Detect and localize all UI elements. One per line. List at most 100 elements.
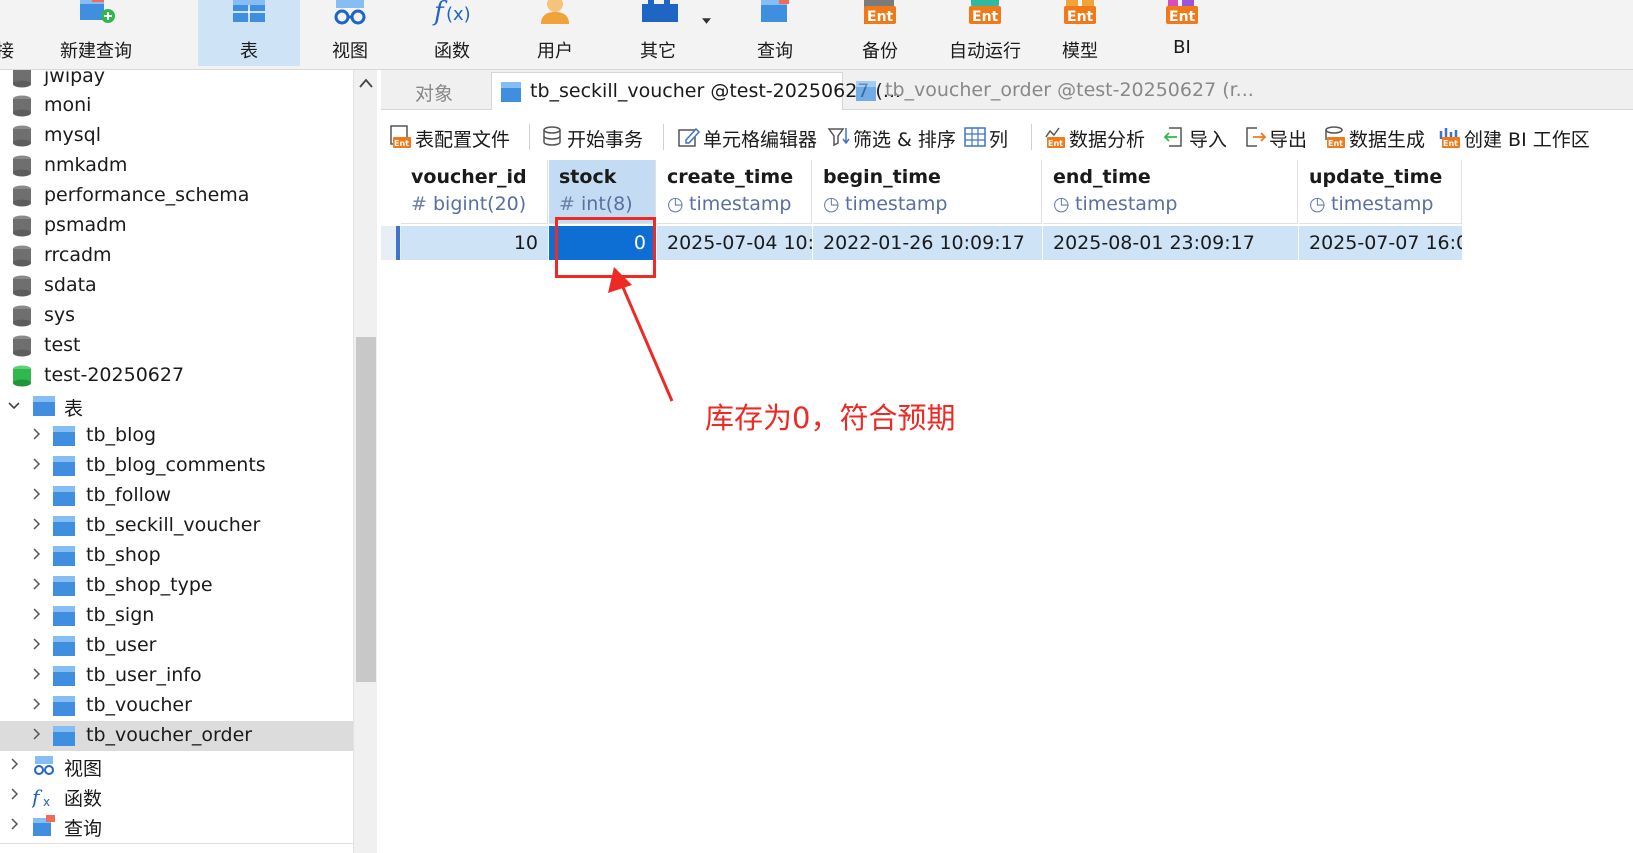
chevron-right-icon[interactable] <box>30 458 42 470</box>
database-open-icon <box>13 365 31 387</box>
tree-scrollbar[interactable] <box>353 70 377 853</box>
tree-table-item[interactable]: tb_user_info <box>0 661 353 691</box>
tree-table-item[interactable]: tb_blog_comments <box>0 451 353 481</box>
chevron-right-icon[interactable] <box>8 818 20 830</box>
chevron-right-icon[interactable] <box>30 488 42 500</box>
tree-table-item[interactable]: tb_follow <box>0 481 353 511</box>
filter-sort-button[interactable]: 筛选 & 排序 <box>827 122 957 152</box>
table-icon <box>53 636 75 656</box>
chevron-right-icon[interactable] <box>30 668 42 680</box>
table-cell[interactable]: 2025-08-01 23:09:17 <box>1043 226 1299 260</box>
column-name: voucher_id <box>411 166 527 188</box>
chevron-right-icon[interactable] <box>30 428 42 440</box>
toolbar-label: 开始事务 <box>567 129 644 151</box>
export-button[interactable]: 导出 <box>1243 122 1313 152</box>
tab-tb-voucher-order[interactable]: tb_voucher_order @test-20250627 (r... <box>847 72 1254 110</box>
tree-table-item[interactable]: tb_seckill_voucher <box>0 511 353 541</box>
tree-database-item[interactable]: moni <box>0 91 353 121</box>
tree-table-item[interactable]: tb_sign <box>0 601 353 631</box>
chevron-up-icon[interactable] <box>359 78 373 88</box>
table-cell[interactable]: 2025-07-04 10: <box>657 226 813 260</box>
ribbon-query-button[interactable]: 查询 <box>735 0 815 66</box>
chevron-right-icon[interactable] <box>30 548 42 560</box>
column-header-end-time[interactable]: end_time ◷ timestamp <box>1043 160 1298 224</box>
ribbon-backup-button[interactable]: Ent 备份 <box>840 0 920 66</box>
tree-database-item[interactable]: sdata <box>0 271 353 301</box>
column-header-begin-time[interactable]: begin_time ◷ timestamp <box>813 160 1042 224</box>
tree-database-item[interactable]: sys <box>0 301 353 331</box>
column-header-stock[interactable]: stock # int(8) <box>549 160 656 224</box>
chevron-right-icon[interactable] <box>30 518 42 530</box>
data-generation-button[interactable]: Ent 数据生成 <box>1323 122 1433 152</box>
ribbon-auto-run-button[interactable]: Ent 自动运行 <box>935 0 1035 66</box>
chevron-right-icon[interactable] <box>30 638 42 650</box>
tree-database-item[interactable]: test <box>0 331 353 361</box>
tree-table-item[interactable]: tb_shop <box>0 541 353 571</box>
main-ribbon: 接 新建查询 表 视图 f (x) 函数 用户 其它 查询 Ent 备份 Ent… <box>0 0 1633 70</box>
tree-functions-group[interactable]: fx 函数 <box>0 781 353 811</box>
chevron-right-icon[interactable] <box>30 728 42 740</box>
ribbon-function-button[interactable]: f (x) 函数 <box>412 0 492 66</box>
column-header-voucher-id[interactable]: voucher_id # bigint(20) <box>401 160 548 224</box>
chevron-right-icon[interactable] <box>30 608 42 620</box>
tree-item-label: 视图 <box>64 758 103 780</box>
ribbon-connection-button[interactable]: 接 <box>0 0 20 66</box>
table-icon <box>53 696 75 716</box>
table-cell[interactable]: 2025-07-07 16:0 <box>1299 226 1463 260</box>
data-analysis-button[interactable]: Ent 数据分析 <box>1043 122 1153 152</box>
tree-queries-group[interactable]: 查询 <box>0 811 353 841</box>
tree-table-item[interactable]: tb_user <box>0 631 353 661</box>
chevron-down-icon[interactable] <box>702 18 711 24</box>
column-name: begin_time <box>823 166 941 188</box>
column-header-update-time[interactable]: update_time ◷ timestamp <box>1299 160 1462 224</box>
tree-tables-group[interactable]: 表 <box>0 391 353 421</box>
ribbon-user-button[interactable]: 用户 <box>515 0 595 66</box>
ribbon-bi-button[interactable]: Ent BI <box>1142 0 1222 66</box>
cell-editor-button[interactable]: 单元格编辑器 <box>677 122 822 152</box>
column-type: ◷ timestamp <box>1309 193 1434 215</box>
tree-table-item-selected[interactable]: tb_voucher_order <box>0 721 353 751</box>
tree-views-group[interactable]: 视图 <box>0 751 353 781</box>
tree-table-item[interactable]: tb_voucher <box>0 691 353 721</box>
tree-table-item[interactable]: tb_shop_type <box>0 571 353 601</box>
begin-transaction-button[interactable]: 开始事务 <box>541 122 651 152</box>
column-type: ◷ timestamp <box>823 193 948 215</box>
table-icon <box>53 456 75 476</box>
chevron-right-icon[interactable] <box>30 578 42 590</box>
tree-item-label: psmadm <box>44 214 127 236</box>
ribbon-label: 自动运行 <box>949 41 1021 62</box>
table-icon <box>33 396 55 416</box>
tree-database-item[interactable]: mysql <box>0 121 353 151</box>
ribbon-table-button[interactable]: 表 <box>198 0 300 66</box>
tab-tb-seckill-voucher[interactable]: tb_seckill_voucher @test-20250627 (... <box>491 72 901 110</box>
column-name: update_time <box>1309 166 1443 188</box>
tab-objects[interactable]: 对象 <box>381 72 487 110</box>
import-button[interactable]: 导入 <box>1163 122 1233 152</box>
ribbon-model-button[interactable]: Ent 模型 <box>1040 0 1120 66</box>
tree-database-item[interactable]: jwipay <box>0 70 353 92</box>
create-bi-workspace-button[interactable]: Ent 创建 BI 工作区 <box>1438 122 1590 152</box>
table-cell[interactable]: 10 <box>401 226 549 260</box>
chevron-down-icon[interactable] <box>8 400 20 412</box>
create-bi-workspace-icon: Ent <box>1439 128 1460 148</box>
tree-database-item[interactable]: psmadm <box>0 211 353 241</box>
tree-scrollbar-thumb[interactable] <box>356 337 376 682</box>
ribbon-view-button[interactable]: 视图 <box>310 0 390 66</box>
table-cell[interactable]: 2022-01-26 10:09:17 <box>813 226 1043 260</box>
column-header-create-time[interactable]: create_time ◷ timestamp <box>657 160 812 224</box>
table-icon <box>856 81 876 101</box>
tree-database-item[interactable]: nmkadm <box>0 151 353 181</box>
chevron-right-icon[interactable] <box>8 758 20 770</box>
svg-text:Ent: Ent <box>394 139 409 148</box>
ribbon-new-query-button[interactable]: 新建查询 <box>52 0 140 66</box>
chevron-right-icon[interactable] <box>30 698 42 710</box>
database-icon <box>13 70 31 88</box>
ribbon-other-button[interactable]: 其它 <box>620 0 711 66</box>
columns-button[interactable]: 列 <box>963 122 1023 152</box>
tree-table-item[interactable]: tb_blog <box>0 421 353 451</box>
tree-database-item[interactable]: rrcadm <box>0 241 353 271</box>
chevron-right-icon[interactable] <box>8 788 20 800</box>
tree-database-item[interactable]: performance_schema <box>0 181 353 211</box>
table-profile-button[interactable]: Ent 表配置文件 <box>389 122 514 152</box>
tree-database-item-open[interactable]: test-20250627 <box>0 361 353 391</box>
